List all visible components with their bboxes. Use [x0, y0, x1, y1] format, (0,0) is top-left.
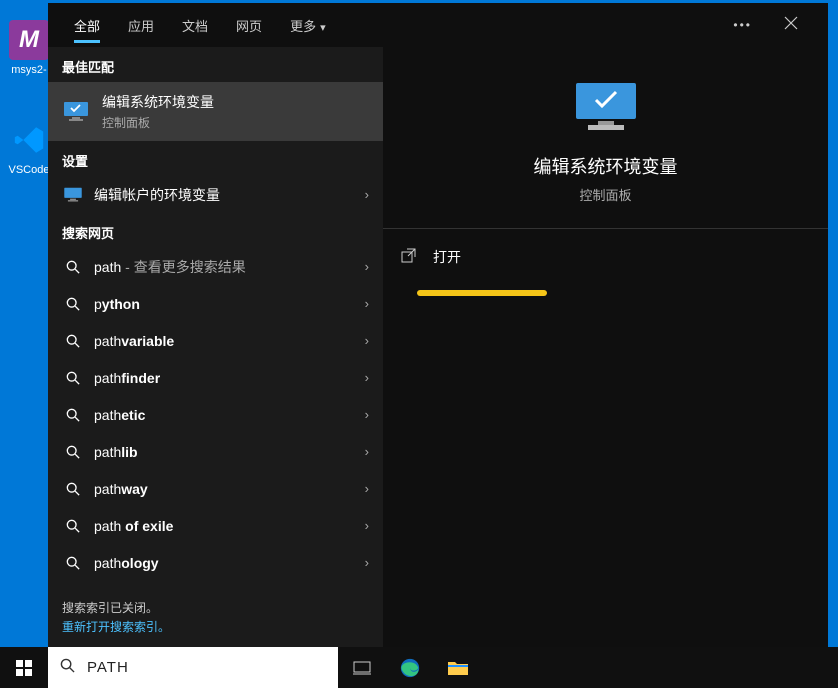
web-result-7[interactable]: path of exile› — [48, 507, 383, 544]
chevron-right-icon: › — [365, 444, 369, 459]
result-label: python — [94, 296, 365, 312]
search-icon — [62, 369, 84, 387]
monitor-check-icon — [62, 101, 90, 123]
result-label: pathfinder — [94, 370, 365, 386]
edge-icon — [399, 657, 421, 679]
web-result-0[interactable]: path - 查看更多搜索结果› — [48, 248, 383, 285]
detail-hero: 编辑系统环境变量 控制面板 — [383, 47, 828, 229]
open-action[interactable]: 打开 — [401, 243, 810, 271]
search-icon — [62, 554, 84, 572]
result-label: path of exile — [94, 518, 365, 534]
monitor-icon — [62, 186, 84, 204]
result-label: pathlib — [94, 444, 365, 460]
start-search-panel: 全部 应用 文档 网页 更多 ▾ ••• 最佳匹配 — [48, 3, 828, 647]
tab-all[interactable]: 全部 — [60, 6, 114, 45]
web-result-2[interactable]: pathvariable› — [48, 322, 383, 359]
search-input[interactable] — [87, 659, 326, 676]
chevron-right-icon: › — [365, 333, 369, 348]
close-icon — [784, 16, 798, 30]
windows-logo-icon — [16, 660, 32, 676]
result-label: path - 查看更多搜索结果 — [94, 257, 365, 277]
result-label: pathology — [94, 555, 365, 571]
web-result-6[interactable]: pathway› — [48, 470, 383, 507]
tab-web[interactable]: 网页 — [222, 6, 276, 45]
chevron-right-icon: › — [365, 370, 369, 385]
index-closed-text: 搜索索引已关闭。 — [62, 599, 369, 616]
desktop-icon-label: msys2- — [4, 64, 54, 76]
open-icon — [401, 248, 421, 266]
task-view-icon — [353, 661, 371, 675]
search-icon — [62, 295, 84, 313]
tab-apps[interactable]: 应用 — [114, 6, 168, 45]
search-icon — [62, 480, 84, 498]
search-icon — [62, 517, 84, 535]
result-label: pathway — [94, 481, 365, 497]
results-pane: 最佳匹配 编辑系统环境变量 控制面板 设置 — [48, 47, 383, 647]
web-result-1[interactable]: python› — [48, 285, 383, 322]
tab-more-label: 更多 — [290, 19, 316, 34]
chevron-right-icon: › — [365, 187, 369, 202]
search-icon — [60, 658, 75, 677]
chevron-right-icon: › — [365, 259, 369, 274]
chevron-right-icon: › — [365, 555, 369, 570]
web-result-5[interactable]: pathlib› — [48, 433, 383, 470]
search-icon — [62, 443, 84, 461]
reopen-index-link[interactable]: 重新打开搜索索引。 — [62, 618, 170, 635]
search-tabs: 全部 应用 文档 网页 更多 ▾ ••• — [48, 3, 828, 47]
section-settings-header: 设置 — [48, 141, 383, 176]
chevron-right-icon: › — [365, 518, 369, 533]
taskbar-edge[interactable] — [386, 647, 434, 688]
vscode-logo-icon — [9, 120, 49, 160]
folder-icon — [448, 660, 468, 676]
result-label: 编辑帐户的环境变量 — [94, 185, 365, 205]
desktop-icon-msys2[interactable]: M msys2- — [4, 20, 54, 76]
result-label: pathvariable — [94, 333, 365, 349]
taskbar-file-explorer[interactable] — [434, 647, 482, 688]
chevron-down-icon: ▾ — [320, 22, 326, 34]
index-notice: 搜索索引已关闭。 重新打开搜索索引。 — [48, 587, 383, 647]
best-match-result[interactable]: 编辑系统环境变量 控制面板 — [48, 82, 383, 141]
open-label: 打开 — [433, 247, 461, 267]
msys2-logo-icon: M — [9, 20, 49, 60]
chevron-right-icon: › — [365, 481, 369, 496]
detail-subtitle: 控制面板 — [579, 185, 631, 204]
detail-title: 编辑系统环境变量 — [534, 153, 678, 179]
search-icon — [62, 332, 84, 350]
tab-more[interactable]: 更多 ▾ — [276, 6, 340, 45]
tab-docs[interactable]: 文档 — [168, 6, 222, 45]
monitor-check-large-icon — [570, 79, 642, 135]
desktop-icon-label: VSCode — [4, 164, 54, 176]
task-view-button[interactable] — [338, 647, 386, 688]
chevron-right-icon: › — [365, 296, 369, 311]
search-icon — [62, 406, 84, 424]
section-web-header: 搜索网页 — [48, 213, 383, 248]
desktop-icon-vscode[interactable]: VSCode — [4, 120, 54, 176]
search-icon — [62, 258, 84, 276]
section-best-match-header: 最佳匹配 — [48, 47, 383, 82]
web-result-3[interactable]: pathfinder› — [48, 359, 383, 396]
result-label: pathetic — [94, 407, 365, 423]
start-button[interactable] — [0, 647, 48, 688]
chevron-right-icon: › — [365, 407, 369, 422]
settings-result-edit-account-env[interactable]: 编辑帐户的环境变量 › — [48, 176, 383, 213]
close-button[interactable] — [766, 6, 816, 45]
web-result-4[interactable]: pathetic› — [48, 396, 383, 433]
taskbar — [0, 647, 838, 688]
detail-pane: 编辑系统环境变量 控制面板 打开 — [383, 47, 828, 647]
more-options-button[interactable]: ••• — [719, 8, 766, 42]
best-match-title: 编辑系统环境变量 — [102, 92, 369, 112]
web-result-8[interactable]: pathology› — [48, 544, 383, 581]
annotation-highlight — [417, 290, 547, 296]
taskbar-search-box[interactable] — [48, 647, 338, 688]
best-match-subtitle: 控制面板 — [102, 114, 369, 131]
